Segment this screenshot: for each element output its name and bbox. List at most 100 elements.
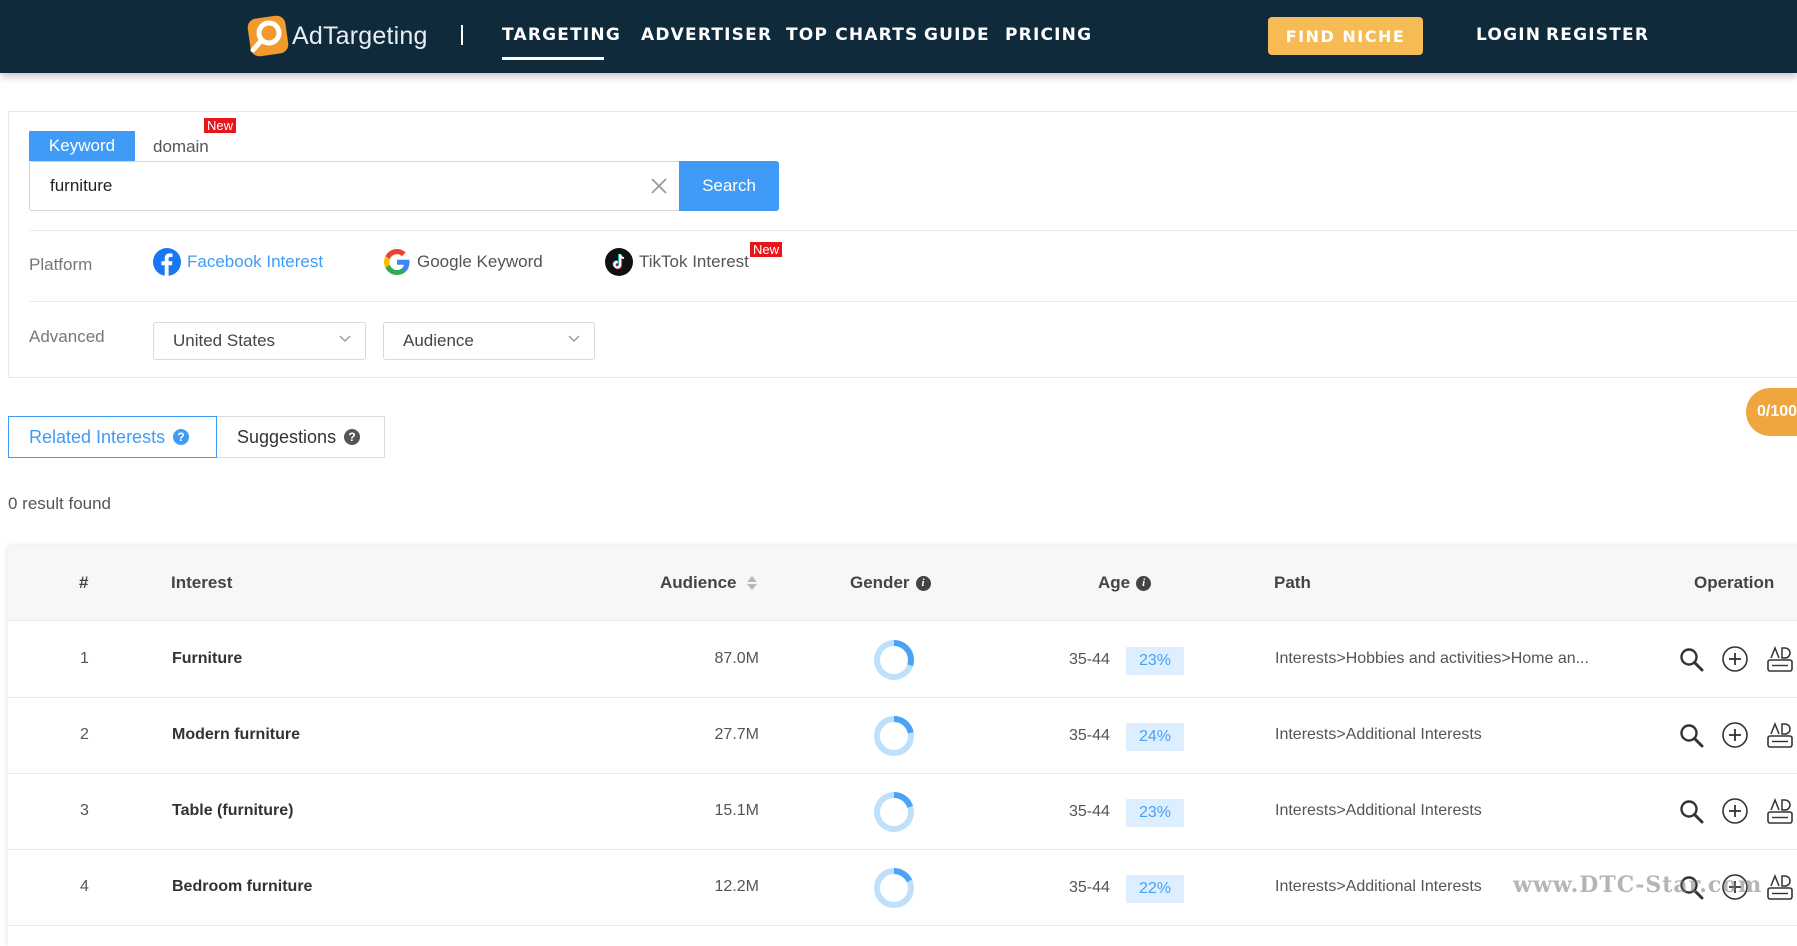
tab-suggestions[interactable]: Suggestions ? (216, 416, 385, 458)
table-row: 1 Furniture 87.0M 35-44 23% Interests>Hobbies… (8, 621, 1797, 698)
google-icon (384, 249, 410, 275)
interest-name[interactable]: Bedroom furniture (172, 878, 312, 896)
search-panel: Keyword domain New Search Platform Faceb… (8, 111, 1797, 378)
tab-keyword[interactable]: Keyword (29, 131, 135, 161)
nav-top-charts[interactable]: TOP CHARTS (786, 25, 918, 45)
age-range: 35-44 (1069, 727, 1110, 744)
audience-select-value: Audience (403, 331, 474, 350)
col-audience[interactable]: Audience (660, 573, 758, 593)
platform-tiktok-interest[interactable]: TikTok Interest (604, 247, 749, 277)
logo-icon (247, 15, 289, 57)
col-gender-label: Gender (850, 573, 910, 592)
facebook-icon (153, 248, 181, 276)
platform-facebook-interest[interactable]: Facebook Interest (152, 247, 323, 277)
table-header: # Interest Audience Gender i Age i Path … (8, 546, 1797, 621)
advanced-label: Advanced (29, 327, 105, 346)
row-number: 3 (80, 802, 89, 819)
brand-name: AdTargeting (292, 21, 428, 50)
add-circle-icon[interactable] (1721, 645, 1749, 673)
nav-advertiser[interactable]: ADVERTISER (641, 25, 772, 45)
interest-name[interactable]: Modern furniture (172, 726, 300, 744)
platform-google-keyword[interactable]: Google Keyword (382, 247, 543, 277)
top-navigation-bar: AdTargeting TARGETING ADVERTISER TOP CHA… (0, 0, 1797, 73)
age-range: 35-44 (1069, 803, 1110, 820)
col-path: Path (1274, 573, 1311, 592)
age-percentage: 23% (1126, 647, 1184, 675)
audience-value: 87.0M (714, 650, 759, 667)
gender-donut-chart[interactable] (872, 866, 916, 910)
col-gender: Gender i (850, 573, 931, 593)
search-icon[interactable] (1677, 797, 1705, 825)
col-operation: Operation (1694, 573, 1775, 592)
help-icon[interactable]: ? (173, 429, 190, 445)
help-icon[interactable]: ? (344, 429, 361, 445)
tab-related-interests[interactable]: Related Interests ? (8, 416, 217, 458)
interest-name[interactable]: Table (furniture) (172, 802, 293, 820)
clear-icon[interactable] (649, 176, 669, 196)
watermark: www.DTC-Star.com (1513, 872, 1763, 898)
sort-icon[interactable] (746, 575, 758, 591)
interest-path: Interests>Additional Interests (1275, 878, 1482, 895)
row-number: 1 (80, 650, 89, 667)
tab-suggestions-label: Suggestions (237, 426, 337, 447)
chevron-down-icon (568, 335, 580, 342)
platform-facebook-label: Facebook Interest (187, 252, 324, 271)
audience-value: 15.1M (714, 802, 759, 819)
age-range: 35-44 (1069, 879, 1110, 896)
tiktok-icon (605, 248, 633, 276)
search-input[interactable] (29, 161, 687, 211)
chevron-down-icon (339, 335, 351, 342)
brand-logo[interactable]: AdTargeting (246, 13, 428, 59)
tab-related-interests-label: Related Interests (29, 426, 166, 447)
age-percentage: 22% (1126, 875, 1184, 903)
interest-path: Interests>Additional Interests (1275, 726, 1482, 743)
divider (29, 230, 1797, 231)
search-icon[interactable] (1677, 645, 1705, 673)
audience-value: 27.7M (714, 726, 759, 743)
platform-tiktok-label: TikTok Interest (639, 252, 749, 271)
info-icon[interactable]: i (915, 575, 931, 591)
ad-icon[interactable] (1766, 873, 1794, 901)
country-select[interactable]: United States (153, 322, 366, 360)
col-audience-label: Audience (660, 573, 737, 592)
col-age-label: Age (1098, 573, 1131, 592)
find-niche-button[interactable]: FIND NICHE (1268, 17, 1423, 55)
search-button[interactable]: Search (679, 161, 779, 211)
platform-google-label: Google Keyword (417, 252, 543, 271)
nav-active-indicator (502, 57, 604, 60)
col-age: Age i (1098, 573, 1152, 593)
nav-guide[interactable]: GUIDE (924, 25, 990, 45)
ad-icon[interactable] (1766, 645, 1794, 673)
search-icon[interactable] (1677, 721, 1705, 749)
add-circle-icon[interactable] (1721, 721, 1749, 749)
table-row: 3 Table (furniture) 15.1M 35-44 23% Interests… (8, 773, 1797, 850)
age-range: 35-44 (1069, 651, 1110, 668)
add-circle-icon[interactable] (1721, 797, 1749, 825)
interest-name[interactable]: Furniture (172, 650, 242, 668)
register-link[interactable]: REGISTER (1546, 25, 1649, 45)
col-interest: Interest (171, 573, 233, 592)
gender-donut-chart[interactable] (872, 714, 916, 758)
login-link[interactable]: LOGIN (1476, 25, 1541, 45)
gender-donut-chart[interactable] (872, 638, 916, 682)
ad-icon[interactable] (1766, 797, 1794, 825)
platform-label: Platform (29, 255, 93, 274)
audience-select[interactable]: Audience (383, 322, 595, 360)
country-select-value: United States (173, 331, 276, 350)
nav-pricing[interactable]: PRICING (1005, 25, 1092, 45)
tab-domain[interactable]: domain (153, 137, 209, 157)
nav-targeting[interactable]: TARGETING (502, 25, 621, 45)
nav-separator (461, 25, 463, 45)
interest-path: Interests>Additional Interests (1275, 802, 1482, 819)
age-percentage: 23% (1126, 799, 1184, 827)
domain-new-badge: New (204, 118, 237, 133)
info-icon[interactable]: i (1136, 575, 1152, 591)
ad-icon[interactable] (1766, 721, 1794, 749)
row-number: 2 (80, 726, 89, 743)
gender-donut-chart[interactable] (872, 790, 916, 834)
selection-counter[interactable]: 0/100 (1746, 388, 1797, 436)
age-percentage: 24% (1126, 723, 1184, 751)
interest-path: Interests>Hobbies and activities>Home an… (1275, 650, 1589, 667)
tiktok-new-badge: New (750, 242, 783, 257)
col-num: # (79, 573, 89, 592)
